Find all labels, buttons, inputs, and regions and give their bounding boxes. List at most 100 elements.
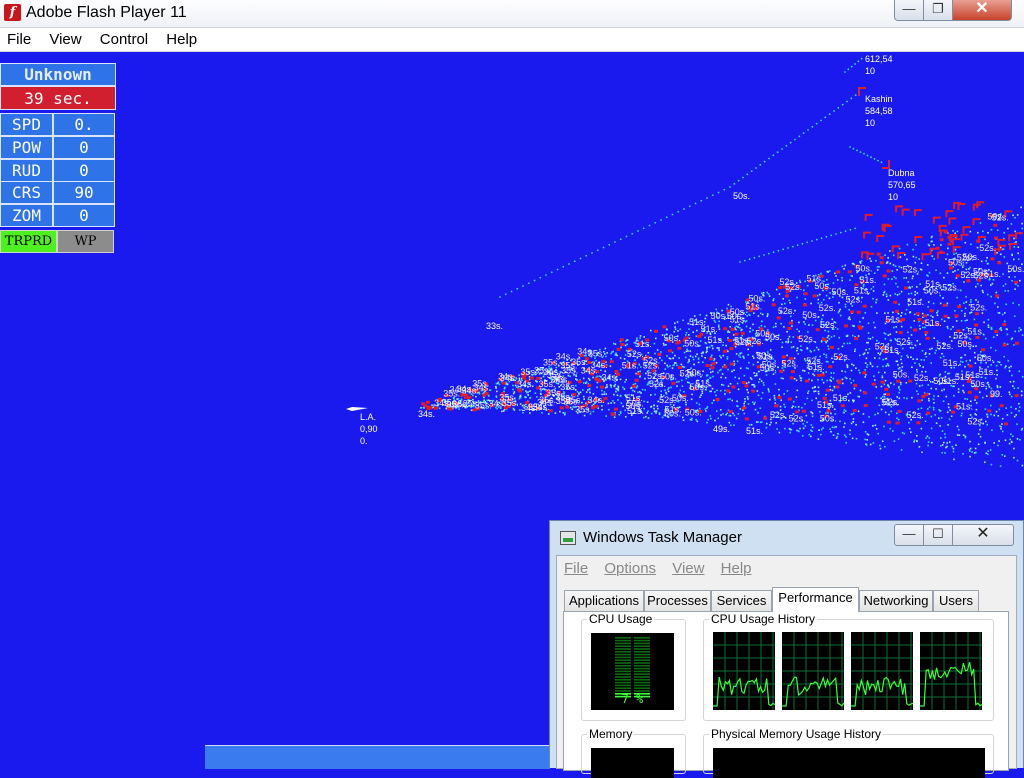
track-dot [668, 387, 670, 389]
track-dot [990, 463, 993, 466]
track-dot [746, 396, 749, 398]
track-dot [797, 406, 800, 408]
track-dot [829, 379, 831, 381]
track-dot [1018, 330, 1020, 332]
track-dot [712, 347, 714, 350]
track-dot [914, 344, 917, 347]
contact-marker [997, 261, 1002, 265]
track-dot [796, 328, 798, 331]
track-dot [850, 422, 853, 425]
track-dot [641, 388, 644, 391]
menu-file[interactable]: File [0, 28, 38, 48]
track-dot [916, 340, 919, 342]
track-dot [582, 377, 585, 380]
track-dot [877, 159, 879, 162]
menu-help[interactable]: Help [159, 28, 204, 48]
track-dot [991, 282, 994, 285]
trprd-button[interactable]: TRPRD [0, 230, 57, 253]
track-dot [620, 412, 622, 414]
track-dot [661, 359, 663, 362]
track-dot [738, 354, 740, 357]
track-dot [844, 71, 846, 73]
tm-menu-file[interactable]: File [557, 556, 593, 577]
track-dot [954, 232, 956, 234]
track-dot [789, 141, 792, 144]
track-dot [996, 385, 999, 387]
contact-marker [776, 316, 781, 320]
hud-rud-value[interactable]: 0 [53, 159, 115, 182]
track-dot [850, 97, 853, 100]
hud-pow-value[interactable]: 0 [53, 136, 115, 159]
track-dot [772, 154, 775, 157]
track-dot [979, 435, 982, 438]
maximize-button[interactable]: ❐ [923, 0, 953, 21]
track-dot [887, 364, 890, 367]
own-ship-name: L.A. [360, 412, 376, 422]
track-dot [998, 361, 1001, 364]
task-manager-window[interactable]: Windows Task Manager — ☐ ✕ File Options … [549, 520, 1024, 778]
tab-networking[interactable]: Networking [859, 590, 933, 611]
hud-zom-value[interactable]: 0 [53, 204, 115, 227]
track-dot [833, 372, 835, 374]
track-dot [901, 366, 904, 368]
tm-maximize-button[interactable]: ☐ [923, 524, 953, 546]
tab-services[interactable]: Services [711, 590, 772, 611]
track-dot [1000, 428, 1002, 430]
track-dot [753, 403, 755, 405]
tab-applications[interactable]: Applications [564, 590, 644, 611]
track-dot [970, 243, 972, 246]
track-dot [765, 426, 768, 429]
tab-processes[interactable]: Processes [644, 590, 711, 611]
hud-spd-value[interactable]: 0. [53, 113, 115, 136]
track-dot [504, 386, 506, 389]
track-dot [757, 315, 760, 317]
hud-crs-value[interactable]: 90 [53, 181, 115, 204]
track-dot [795, 396, 798, 398]
track-dot [854, 94, 857, 97]
track-dot [687, 350, 689, 352]
track-dot [789, 428, 792, 431]
contact-marker [620, 343, 625, 346]
track-dot [911, 277, 914, 280]
track-dot [1004, 312, 1006, 314]
track-dot [986, 423, 988, 426]
track-dot [737, 326, 739, 328]
track-dot [524, 396, 526, 398]
tab-users[interactable]: Users [933, 590, 979, 611]
tm-minimize-button[interactable]: — [894, 524, 924, 546]
minimize-button[interactable]: — [894, 0, 924, 21]
dubna-marker[interactable] [882, 160, 890, 169]
track-dot [915, 244, 917, 246]
time-label: 52s. [643, 355, 660, 365]
menu-view[interactable]: View [42, 28, 88, 48]
track-dot [874, 357, 876, 359]
track-dot [660, 351, 662, 353]
track-dot [614, 354, 617, 356]
wp-button[interactable]: WP [57, 230, 114, 253]
tm-menu-help[interactable]: Help [714, 556, 757, 577]
cpu-meter-segment [634, 665, 650, 667]
track-dot [916, 435, 918, 437]
track-dot [756, 390, 759, 392]
track-dot [851, 324, 854, 327]
track-dot [828, 113, 831, 116]
track-dot [875, 428, 878, 430]
tab-performance[interactable]: Performance [772, 587, 859, 612]
track-dot [990, 364, 992, 366]
track-dot [965, 295, 967, 298]
hud-timer: 39 sec. [0, 86, 116, 110]
menu-control[interactable]: Control [93, 28, 155, 48]
contact-marker [921, 253, 930, 261]
close-button[interactable]: ✕ [952, 0, 1012, 21]
track-dot [719, 409, 722, 411]
contact-marker [594, 377, 599, 381]
cpu-meter-segment [615, 639, 631, 642]
own-ship-icon[interactable] [346, 407, 368, 411]
tm-close-button[interactable]: ✕ [952, 524, 1014, 546]
tm-menu-options[interactable]: Options [597, 556, 661, 577]
track-dot [893, 276, 896, 278]
track-dot [579, 257, 582, 260]
tm-menu-view[interactable]: View [665, 556, 709, 577]
track-dot [739, 327, 741, 329]
track-dot [844, 434, 846, 436]
